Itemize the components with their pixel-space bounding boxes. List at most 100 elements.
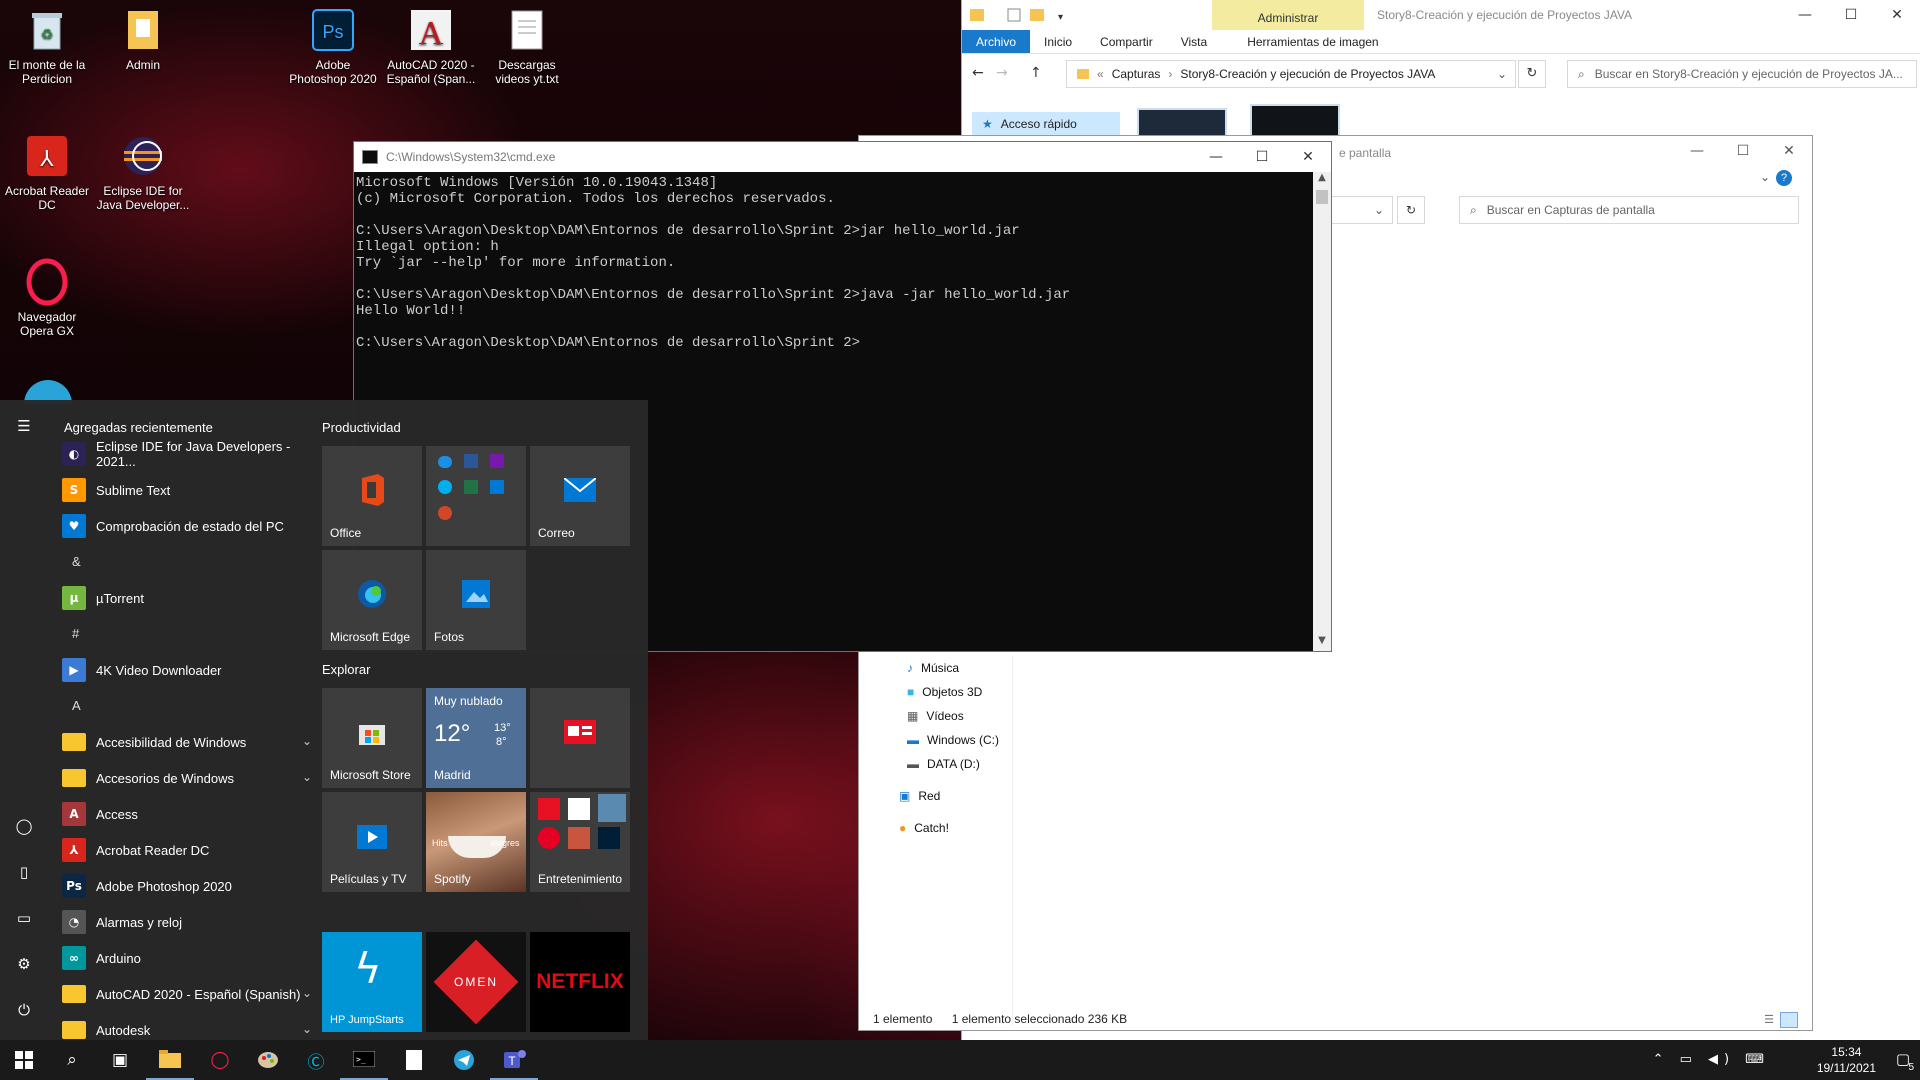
tree-item-data-d[interactable]: ▬ DATA (D:) bbox=[879, 752, 1029, 776]
help-icon[interactable]: ? bbox=[1776, 170, 1792, 186]
chevron-down-icon[interactable]: ⌄ bbox=[1497, 67, 1507, 81]
app-list-item[interactable]: ∞ Arduino bbox=[62, 940, 312, 976]
tile-peliculas-tv[interactable]: Películas y TV bbox=[322, 792, 422, 892]
desktop-icon-photoshop[interactable]: Ps Adobe Photoshop 2020 bbox=[286, 6, 380, 86]
tab-archivo[interactable]: Archivo bbox=[962, 30, 1031, 53]
app-c-taskbar-icon[interactable]: Ⓒ bbox=[292, 1040, 340, 1080]
search-icon[interactable]: ⌕ bbox=[48, 1040, 96, 1080]
cmd-titlebar[interactable]: C:\Windows\System32\cmd.exe — ☐ ✕ bbox=[354, 142, 1331, 172]
app-list-item[interactable]: µ µTorrent bbox=[62, 580, 312, 616]
explorer-titlebar[interactable]: ▾ Administrar Story8-Creación y ejecució… bbox=[962, 0, 1920, 30]
maximize-button[interactable]: ☐ bbox=[1239, 142, 1285, 172]
desktop-icon-admin[interactable]: Admin bbox=[96, 6, 190, 72]
tile-microsoft-store[interactable]: Microsoft Store bbox=[322, 688, 422, 788]
app-list-item[interactable]: Accesorios de Windows ⌄ bbox=[62, 760, 312, 796]
back-arrow-icon[interactable]: ← bbox=[972, 65, 984, 81]
scroll-down-icon[interactable]: ▼ bbox=[1313, 635, 1331, 651]
cmd-scrollbar[interactable]: ▲ ▼ bbox=[1313, 172, 1331, 651]
breadcrumb-capturas[interactable]: Capturas bbox=[1112, 67, 1161, 81]
tree-item-red[interactable]: ▣ Red bbox=[879, 784, 1029, 808]
app-list-item[interactable]: ◔ Alarmas y reloj bbox=[62, 904, 312, 940]
windows-start-button[interactable] bbox=[0, 1040, 48, 1080]
chevron-down-icon[interactable]: ⌄ bbox=[1760, 170, 1770, 184]
tab-vista[interactable]: Vista bbox=[1167, 30, 1221, 53]
desktop-icon-autocad[interactable]: A AutoCAD 2020 - Español (Span... bbox=[384, 6, 478, 86]
tile-weather[interactable]: Muy nublado 12° 13° 8° Madrid bbox=[426, 688, 526, 788]
user-account-icon[interactable]: ◯ bbox=[0, 806, 48, 846]
tile-spotify[interactable]: Hits alegres Spotify bbox=[426, 792, 526, 892]
app-list-letter-header[interactable]: # bbox=[72, 626, 79, 641]
maximize-button[interactable]: ☐ bbox=[1828, 0, 1874, 30]
tree-item-windows-c[interactable]: ▬ Windows (C:) bbox=[879, 728, 1029, 752]
tile-hp-jumpstarts[interactable]: ϟ HP JumpStarts bbox=[322, 932, 422, 1032]
desktop-icon-recycle-bin[interactable]: ♻ El monte de la Perdicion bbox=[0, 6, 94, 86]
close-button[interactable]: ✕ bbox=[1766, 136, 1812, 166]
minimize-button[interactable]: — bbox=[1674, 136, 1720, 166]
up-arrow-icon[interactable]: ↑ bbox=[1030, 65, 1042, 81]
app-list-item[interactable]: ▶ 4K Video Downloader bbox=[62, 652, 312, 688]
close-button[interactable]: ✕ bbox=[1874, 0, 1920, 30]
tile-microsoft-edge[interactable]: Microsoft Edge bbox=[322, 550, 422, 650]
app-list-item[interactable]: ♥ Comprobación de estado del PC bbox=[62, 508, 312, 544]
telegram-taskbar-icon[interactable] bbox=[440, 1040, 488, 1080]
address-bar[interactable]: « Capturas › Story8-Creación y ejecución… bbox=[1066, 60, 1516, 88]
app-list-letter-header[interactable]: & bbox=[72, 554, 81, 569]
tile-office-apps-folder[interactable] bbox=[426, 446, 526, 546]
breadcrumb-story8[interactable]: Story8-Creación y ejecución de Proyectos… bbox=[1180, 67, 1435, 81]
tile-fotos[interactable]: Fotos bbox=[426, 550, 526, 650]
tab-compartir[interactable]: Compartir bbox=[1086, 30, 1167, 53]
tile-entretenimiento[interactable]: Entretenimiento bbox=[530, 792, 630, 892]
power-icon[interactable]: ⏻ bbox=[0, 990, 48, 1030]
search-input[interactable]: ⌕ Buscar en Capturas de pantalla bbox=[1459, 196, 1799, 224]
refresh-button[interactable]: ↻ bbox=[1518, 60, 1546, 88]
quick-access-toolbar-icon[interactable]: ▾ bbox=[968, 6, 1068, 24]
app-list-item[interactable]: ⅄ Acrobat Reader DC bbox=[62, 832, 312, 868]
file-explorer-taskbar-icon[interactable] bbox=[146, 1040, 194, 1080]
app-list-item[interactable]: AutoCAD 2020 - Español (Spanish) ⌄ bbox=[62, 976, 312, 1012]
desktop-icon-acrobat[interactable]: ⅄ Acrobat Reader DC bbox=[0, 132, 94, 212]
maximize-button[interactable]: ☐ bbox=[1720, 136, 1766, 166]
desktop-icon-opera-gx[interactable]: Navegador Opera GX bbox=[0, 258, 94, 338]
chevron-down-icon[interactable]: ⌄ bbox=[302, 734, 312, 748]
tab-herramientas-imagen[interactable]: Herramientas de imagen bbox=[1233, 30, 1392, 53]
tile-news[interactable] bbox=[530, 688, 630, 788]
teams-taskbar-icon[interactable]: T bbox=[490, 1040, 538, 1080]
quick-access-item[interactable]: ★ Acceso rápido bbox=[972, 112, 1120, 136]
app-list-letter-header[interactable]: A bbox=[72, 698, 81, 713]
chevron-down-icon[interactable]: ⌄ bbox=[302, 770, 312, 784]
tab-inicio[interactable]: Inicio bbox=[1030, 30, 1086, 53]
minimize-button[interactable]: — bbox=[1193, 142, 1239, 172]
chevron-down-icon[interactable]: ⌄ bbox=[302, 1022, 312, 1036]
tree-item-catch[interactable]: ● Catch! bbox=[879, 816, 1029, 840]
minimize-button[interactable]: — bbox=[1782, 0, 1828, 30]
scroll-thumb[interactable] bbox=[1316, 190, 1328, 204]
address-dropdown[interactable]: ⌄ bbox=[1329, 196, 1393, 224]
chevron-down-icon[interactable]: ⌄ bbox=[302, 986, 312, 1000]
view-large-icons-button[interactable] bbox=[1780, 1012, 1798, 1028]
app-list-item[interactable]: ◐ Eclipse IDE for Java Developers - 2021.… bbox=[62, 436, 312, 472]
scroll-up-icon[interactable]: ▲ bbox=[1313, 172, 1331, 188]
tree-item-videos[interactable]: ▦ Vídeos bbox=[879, 704, 1029, 728]
tile-omen[interactable]: OMEN bbox=[426, 932, 526, 1032]
cmd-taskbar-icon[interactable]: >_ bbox=[340, 1040, 388, 1080]
documents-icon[interactable]: ▯ bbox=[0, 852, 48, 892]
refresh-button[interactable]: ↻ bbox=[1397, 196, 1425, 224]
app-list-item[interactable]: Ps Adobe Photoshop 2020 bbox=[62, 868, 312, 904]
clock[interactable]: 15:34 19/11/2021 bbox=[1817, 1044, 1876, 1076]
settings-gear-icon[interactable]: ⚙ bbox=[0, 944, 48, 984]
pictures-icon[interactable]: ▭ bbox=[0, 898, 48, 938]
app-list-item[interactable]: A Access bbox=[62, 796, 312, 832]
tile-netflix[interactable]: NETFLIX bbox=[530, 932, 630, 1032]
app-list-item[interactable]: S Sublime Text bbox=[62, 472, 312, 508]
close-button[interactable]: ✕ bbox=[1285, 142, 1331, 172]
view-details-button[interactable]: ☰ bbox=[1764, 1013, 1774, 1026]
ribbon-context-tab-administrar[interactable]: Administrar bbox=[1212, 0, 1364, 30]
tree-item-musica[interactable]: ♪ Música bbox=[879, 656, 1029, 680]
notepad-taskbar-icon[interactable] bbox=[390, 1040, 438, 1080]
task-view-icon[interactable]: ▣ bbox=[96, 1040, 144, 1080]
desktop-icon-eclipse[interactable]: Eclipse IDE for Java Developer... bbox=[96, 132, 190, 212]
system-tray[interactable]: ⌃ ▭ ◀) ⌨ bbox=[1653, 1052, 1770, 1067]
opera-gx-taskbar-icon[interactable]: ◯ bbox=[196, 1040, 244, 1080]
tree-item-objetos-3d[interactable]: ■ Objetos 3D bbox=[879, 680, 1029, 704]
hamburger-menu-icon[interactable]: ☰ bbox=[0, 406, 48, 446]
